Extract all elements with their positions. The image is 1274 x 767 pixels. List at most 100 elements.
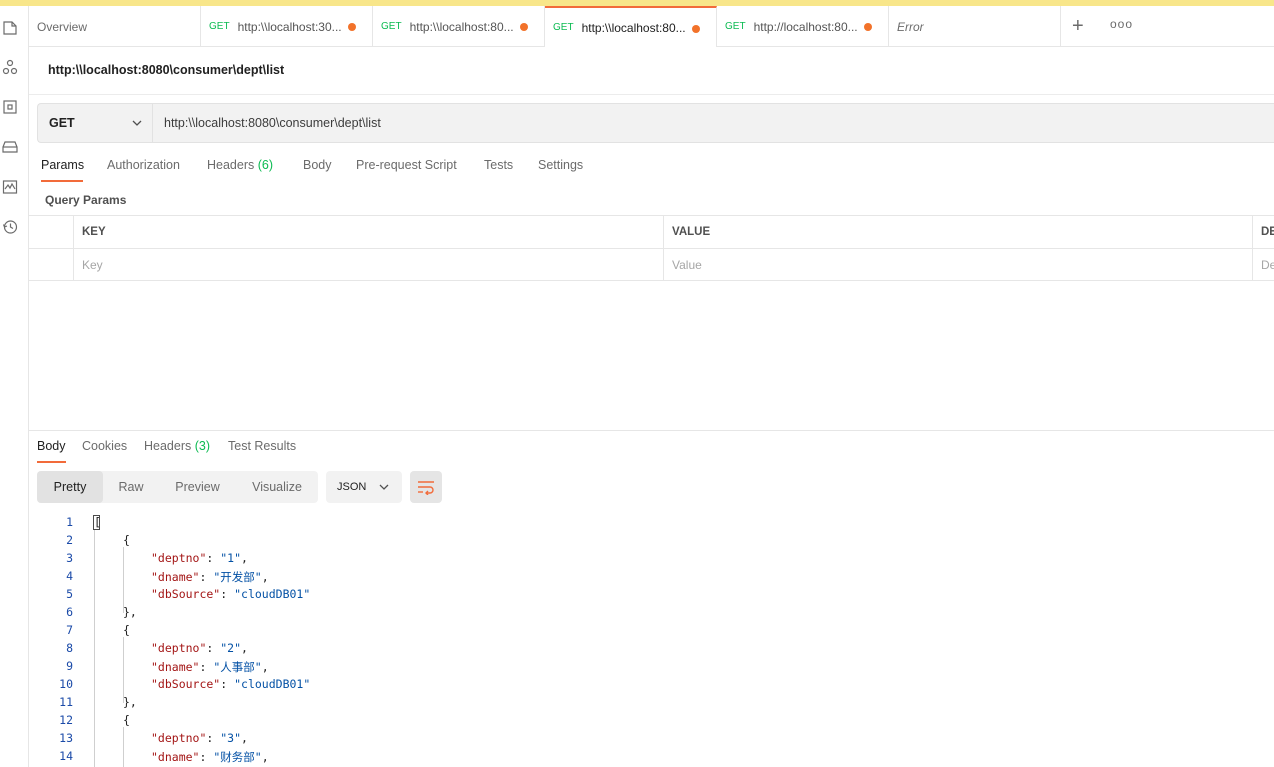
code-line: 2{ (37, 531, 1274, 549)
unsaved-dot-icon (348, 23, 356, 31)
request-tab-bar: Overview GET http:\\localhost:30... GET … (29, 6, 1274, 47)
description-input[interactable]: De (1252, 249, 1274, 281)
line-number: 14 (59, 749, 73, 763)
json-value: "2" (220, 641, 242, 655)
chevron-down-icon (132, 120, 142, 126)
key-input[interactable]: Key (73, 249, 663, 281)
line-number: 8 (66, 641, 73, 655)
json-key: "deptno" (151, 641, 207, 655)
tab-request-1[interactable]: GET http:\\localhost:30... (201, 6, 373, 47)
code-text: { (123, 623, 130, 637)
line-number: 3 (66, 551, 73, 565)
code-line: 12 { (37, 711, 1274, 729)
code-text: }, (123, 605, 137, 619)
chevron-down-icon (379, 484, 389, 490)
line-number: 13 (59, 731, 73, 745)
wrap-lines-icon (418, 481, 434, 495)
row-checkbox-cell (29, 249, 74, 281)
history-icon[interactable] (2, 219, 18, 235)
preview-button[interactable]: Preview (159, 471, 236, 503)
url-input[interactable] (154, 104, 1254, 142)
tab-cookies[interactable]: Cookies (82, 439, 127, 453)
line-number: 9 (66, 659, 73, 673)
tab-response-body[interactable]: Body (37, 439, 66, 453)
bracket-match-highlight (93, 515, 100, 530)
tab-request-3-active[interactable]: GET http:\\localhost:80... (545, 6, 717, 47)
tab-body[interactable]: Body (303, 158, 332, 172)
code-line: 14 "dname": "财务部", (37, 747, 1274, 765)
tab-params[interactable]: Params (41, 158, 84, 172)
tab-test-results[interactable]: Test Results (228, 439, 296, 453)
language-label: JSON (337, 481, 367, 493)
json-value: "财务部" (213, 750, 262, 764)
pretty-button[interactable]: Pretty (37, 471, 103, 503)
tab-label: Error (897, 19, 924, 34)
line-number: 11 (59, 695, 73, 709)
request-title[interactable]: http:\\localhost:8080\consumer\dept\list (48, 63, 284, 77)
code-text: "deptno": "3", (151, 731, 248, 745)
tab-settings[interactable]: Settings (538, 158, 583, 172)
line-number: 12 (59, 713, 73, 727)
tab-authorization[interactable]: Authorization (107, 158, 180, 172)
line-number: 1 (66, 515, 73, 529)
line-number: 2 (66, 533, 73, 547)
environments-icon[interactable] (2, 99, 18, 115)
json-key: "dname" (151, 570, 200, 584)
code-line: 8 "deptno": "2", (37, 639, 1274, 657)
code-text: "dname": "财务部", (151, 750, 269, 764)
mock-servers-icon[interactable] (2, 139, 18, 155)
tab-label: Overview (37, 19, 88, 34)
raw-button[interactable]: Raw (103, 471, 159, 503)
response-divider[interactable] (29, 430, 1274, 431)
code-line: 10 "dbSource": "cloudDB01" (37, 675, 1274, 693)
language-select[interactable]: JSON (326, 471, 402, 503)
code-line: 6}, (37, 603, 1274, 621)
json-value: "3" (220, 731, 242, 745)
unsaved-dot-icon (692, 25, 700, 33)
tab-pre-request-script[interactable]: Pre-request Script (356, 158, 457, 172)
wrap-lines-button[interactable] (410, 471, 442, 503)
tab-request-2[interactable]: GET http:\\localhost:80... (373, 6, 545, 47)
json-key: "dbSource" (151, 677, 221, 691)
code-text: "dbSource": "cloudDB01" (151, 587, 311, 601)
monitors-icon[interactable] (2, 179, 18, 195)
unsaved-dot-icon (864, 23, 872, 31)
json-key: "deptno" (151, 731, 207, 745)
code-text: "dname": "开发部", (151, 570, 269, 584)
apis-icon[interactable] (2, 59, 18, 75)
code-text: { (123, 713, 130, 727)
method-label: GET (49, 116, 75, 130)
json-key: "dname" (151, 750, 200, 764)
tab-response-headers[interactable]: Headers (3) (144, 439, 210, 453)
value-input[interactable]: Value (663, 249, 1253, 281)
visualize-button[interactable]: Visualize (236, 471, 318, 503)
tab-label: http:\\localhost:30... (237, 19, 342, 34)
checkbox-column-header (29, 216, 74, 248)
tab-overview[interactable]: Overview (29, 6, 201, 47)
code-text: "dbSource": "cloudDB01" (151, 677, 311, 691)
column-header-value: VALUE (663, 216, 1253, 248)
more-tabs-icon[interactable]: ooo (1110, 17, 1133, 31)
tab-tests[interactable]: Tests (484, 158, 513, 172)
tab-label: http:\\localhost:80... (409, 19, 514, 34)
tab-request-4[interactable]: GET http://localhost:80... (717, 6, 889, 47)
json-value: "1" (220, 551, 242, 565)
new-tab-plus-icon[interactable]: + (1072, 16, 1084, 36)
line-number: 5 (66, 587, 73, 601)
divider (29, 94, 1274, 95)
code-line: 4 "dname": "开发部", (37, 567, 1274, 585)
tab-method: GET (381, 21, 402, 32)
tab-headers[interactable]: Headers (6) (207, 158, 273, 172)
json-value: "开发部" (213, 570, 262, 584)
code-line: 7{ (37, 621, 1274, 639)
response-body-viewer[interactable]: 1[ 2{ 3 "deptno": "1", 4 "dname": "开发部", 5… (37, 513, 1274, 767)
code-text: }, (123, 695, 137, 709)
collections-icon[interactable] (2, 20, 18, 36)
column-header-description: DE (1252, 216, 1274, 248)
code-line: 13 "deptno": "3", (37, 729, 1274, 747)
tab-error[interactable]: Error (889, 6, 1061, 47)
json-key: "dbSource" (151, 587, 221, 601)
code-line: 9 "dname": "人事部", (37, 657, 1274, 675)
method-select[interactable]: GET (38, 104, 153, 142)
left-sidebar (0, 6, 29, 767)
